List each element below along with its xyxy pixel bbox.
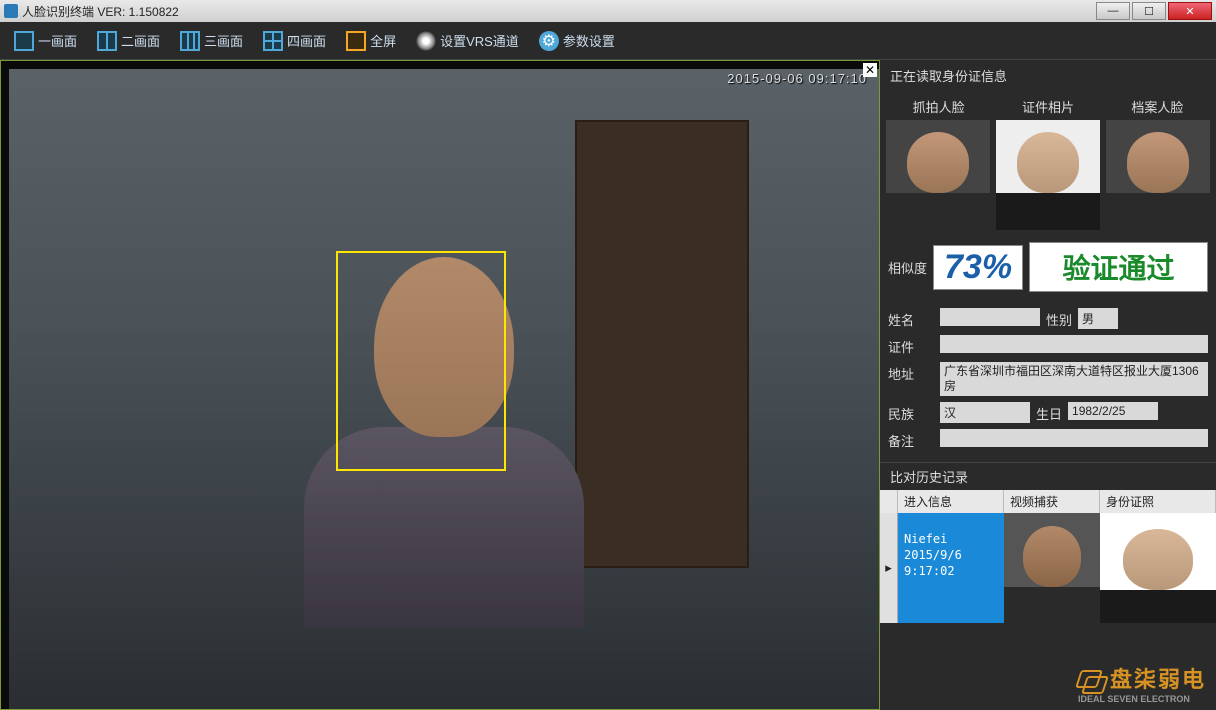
gender-label: 性别	[1046, 308, 1072, 329]
row-caret-icon: ▸	[880, 513, 898, 623]
id-photo-thumb	[996, 120, 1100, 230]
minimize-button[interactable]: —	[1096, 2, 1130, 20]
remark-field[interactable]	[940, 429, 1208, 447]
name-field[interactable]	[940, 308, 1040, 326]
capture-face-thumb	[886, 120, 990, 230]
video-panel[interactable]: 2015-09-06 09:17:10 ✕	[0, 60, 880, 710]
vrs-label: 设置VRS通道	[440, 31, 519, 50]
gear-icon	[539, 31, 559, 51]
view-1-label: 一画面	[38, 31, 77, 50]
vrs-channel-button[interactable]: 设置VRS通道	[408, 27, 527, 55]
history-header: 进入信息 视频捕获 身份证照	[880, 490, 1216, 513]
id-field[interactable]	[940, 335, 1208, 353]
history-id-thumb	[1100, 513, 1216, 623]
name-label: 姓名	[888, 308, 934, 329]
birth-label: 生日	[1036, 402, 1062, 423]
id-photo-label: 证件相片	[1022, 97, 1074, 116]
settings-label: 参数设置	[563, 31, 615, 50]
address-field[interactable]: 广东省深圳市福田区深南大道特区报业大厦1306房	[940, 362, 1208, 396]
view-3-label: 三画面	[204, 31, 243, 50]
reading-status: 正在读取身份证信息	[880, 60, 1216, 91]
similarity-value: 73%	[933, 245, 1023, 290]
archive-face-thumb	[1106, 120, 1210, 230]
camera-icon	[416, 31, 436, 51]
window-titlebar: 人脸识别终端 VER: 1.150822 — ☐ ✕	[0, 0, 1216, 22]
id-label: 证件	[888, 335, 934, 356]
close-button[interactable]: ✕	[1168, 2, 1212, 20]
view-1-button[interactable]: 一画面	[6, 27, 85, 55]
view-4-label: 四画面	[287, 31, 326, 50]
history-title: 比对历史记录	[880, 462, 1216, 490]
similarity-label: 相似度	[888, 258, 927, 277]
address-label: 地址	[888, 362, 934, 383]
ethnic-field[interactable]: 汉	[940, 402, 1030, 423]
grid-3-icon	[180, 31, 200, 51]
view-3-button[interactable]: 三画面	[172, 27, 251, 55]
fullscreen-button[interactable]: 全屏	[338, 27, 404, 55]
fullscreen-icon	[346, 31, 366, 51]
grid-1-icon	[14, 31, 34, 51]
history-col-info: 进入信息	[898, 490, 1004, 513]
maximize-button[interactable]: ☐	[1132, 2, 1166, 20]
remark-label: 备注	[888, 429, 934, 450]
history-row[interactable]: ▸ Niefei 2015/9/6 9:17:02	[880, 513, 1216, 623]
verification-status: 验证通过	[1029, 242, 1208, 292]
fullscreen-label: 全屏	[370, 31, 396, 50]
history-col-id: 身份证照	[1100, 490, 1216, 513]
history-info-cell: Niefei 2015/9/6 9:17:02	[898, 513, 1004, 623]
info-panel: 正在读取身份证信息 抓拍人脸 证件相片 档案人脸 相似度 73% 验证通过 姓名…	[880, 60, 1216, 710]
view-2-label: 二画面	[121, 31, 160, 50]
history-col-video: 视频捕获	[1004, 490, 1100, 513]
ethnic-label: 民族	[888, 402, 934, 423]
capture-face-label: 抓拍人脸	[913, 97, 965, 116]
gender-field[interactable]: 男	[1078, 308, 1118, 329]
app-icon	[4, 4, 18, 18]
window-title: 人脸识别终端 VER: 1.150822	[22, 3, 179, 20]
archive-face-label: 档案人脸	[1131, 97, 1183, 116]
birth-field[interactable]: 1982/2/25	[1068, 402, 1158, 420]
grid-4-icon	[263, 31, 283, 51]
history-video-thumb	[1004, 513, 1100, 623]
settings-button[interactable]: 参数设置	[531, 27, 623, 55]
view-2-button[interactable]: 二画面	[89, 27, 168, 55]
toolbar: 一画面 二画面 三画面 四画面 全屏 设置VRS通道 参数设置	[0, 22, 1216, 60]
grid-2-icon	[97, 31, 117, 51]
video-close-button[interactable]: ✕	[863, 63, 877, 77]
face-detection-box	[336, 251, 506, 471]
view-4-button[interactable]: 四画面	[255, 27, 334, 55]
video-timestamp: 2015-09-06 09:17:10	[727, 71, 867, 86]
